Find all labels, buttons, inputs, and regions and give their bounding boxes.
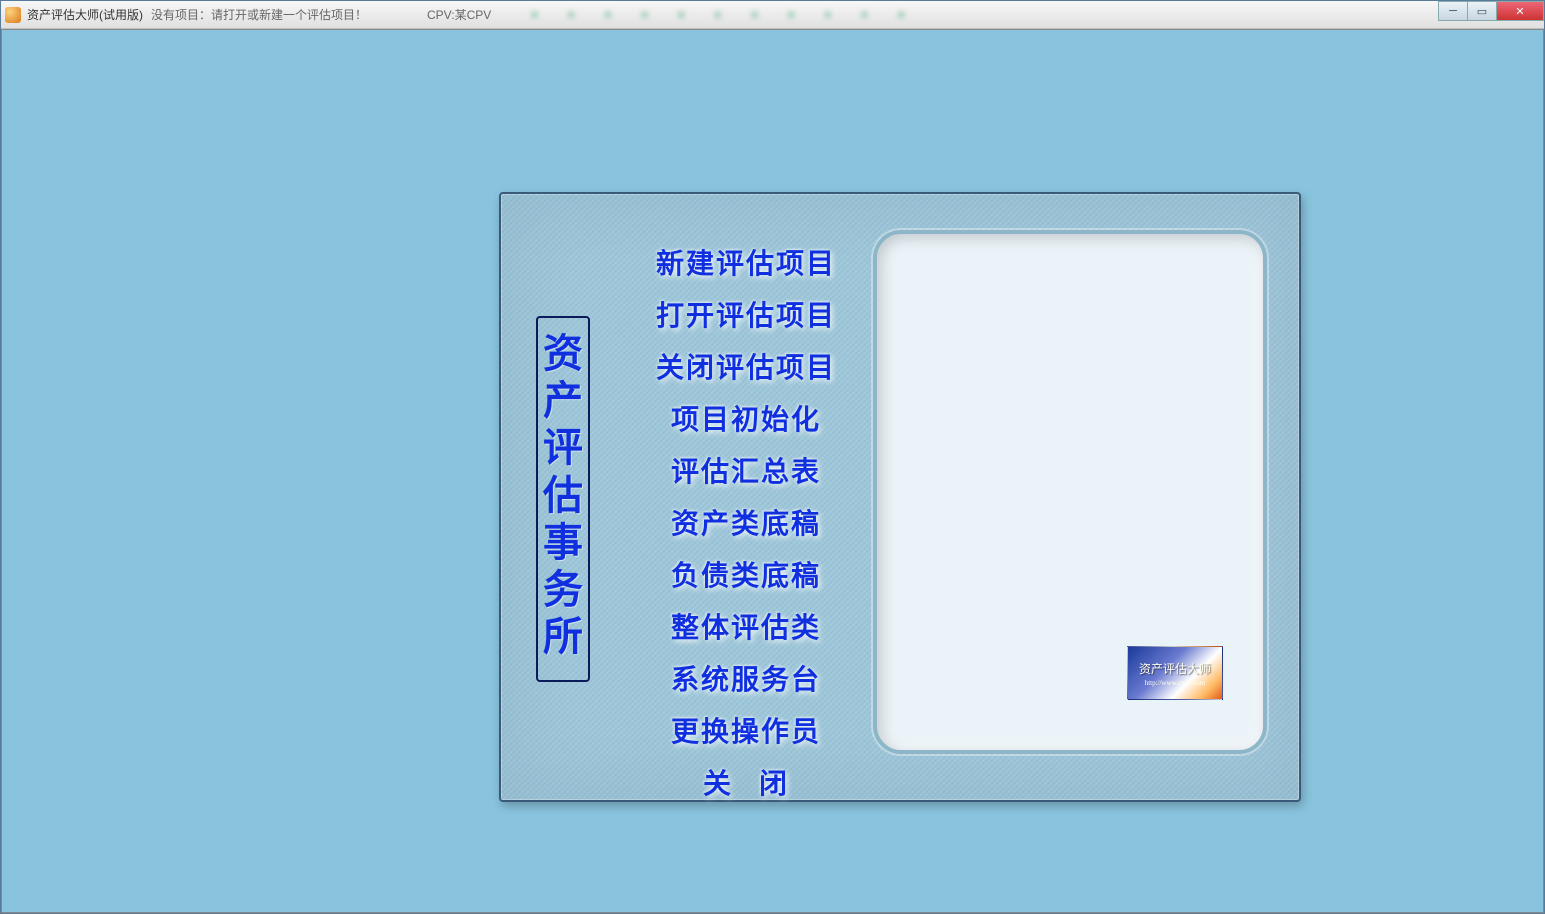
- vert-char: 务: [543, 566, 583, 613]
- menu-overall-eval[interactable]: 整体评估类: [646, 606, 846, 646]
- menu-open-project[interactable]: 打开评估项目: [646, 294, 846, 334]
- close-window-button[interactable]: ✕: [1496, 1, 1544, 21]
- menu-exit[interactable]: 关闭: [646, 762, 846, 802]
- app-title: 资产评估大师(试用版): [27, 6, 143, 23]
- vertical-title-box: 资 产 评 估 事 务 所: [536, 316, 590, 682]
- toolbar-blur: ■■■■■■■■■■■: [531, 9, 904, 21]
- menu-liability-draft[interactable]: 负债类底稿: [646, 554, 846, 594]
- client-area: 资 产 评 估 事 务 所 新建评估项目 打开评估项目 关闭评估项目 项目初始化…: [1, 29, 1544, 913]
- brand-logo: 资产评估大师 http://www.cpv8.com: [1127, 646, 1223, 700]
- title-bar: 资产评估大师(试用版) 没有项目：请打开或新建一个评估项目！ CPV:某CPV …: [1, 1, 1544, 29]
- vert-char: 产: [543, 377, 583, 424]
- brand-text: 资产评估大师: [1139, 660, 1211, 677]
- menu-asset-draft[interactable]: 资产类底稿: [646, 502, 846, 542]
- project-hint: 没有项目：请打开或新建一个评估项目！: [151, 6, 367, 23]
- preview-panel: 资产评估大师 http://www.cpv8.com: [873, 230, 1267, 754]
- minimize-button[interactable]: ─: [1438, 1, 1468, 21]
- app-window: 资产评估大师(试用版) 没有项目：请打开或新建一个评估项目！ CPV:某CPV …: [0, 0, 1545, 914]
- vert-char: 所: [543, 613, 583, 660]
- menu-close-project[interactable]: 关闭评估项目: [646, 346, 846, 386]
- vert-char: 估: [543, 472, 583, 519]
- cpv-label: CPV:某CPV: [427, 6, 491, 23]
- menu-system-service[interactable]: 系统服务台: [646, 658, 846, 698]
- window-controls: ─ ▭ ✕: [1439, 1, 1544, 21]
- menu-change-operator[interactable]: 更换操作员: [646, 710, 846, 750]
- menu-summary[interactable]: 评估汇总表: [646, 450, 846, 490]
- main-panel: 资 产 评 估 事 务 所 新建评估项目 打开评估项目 关闭评估项目 项目初始化…: [499, 192, 1301, 802]
- menu-new-project[interactable]: 新建评估项目: [646, 242, 846, 282]
- vert-char: 评: [543, 424, 583, 471]
- maximize-button[interactable]: ▭: [1467, 1, 1497, 21]
- menu-column: 新建评估项目 打开评估项目 关闭评估项目 项目初始化 评估汇总表 资产类底稿 负…: [646, 242, 846, 802]
- menu-init-project[interactable]: 项目初始化: [646, 398, 846, 438]
- brand-url: http://www.cpv8.com: [1145, 679, 1206, 687]
- vert-char: 事: [543, 519, 583, 566]
- app-icon: [5, 7, 21, 23]
- vert-char: 资: [543, 330, 583, 377]
